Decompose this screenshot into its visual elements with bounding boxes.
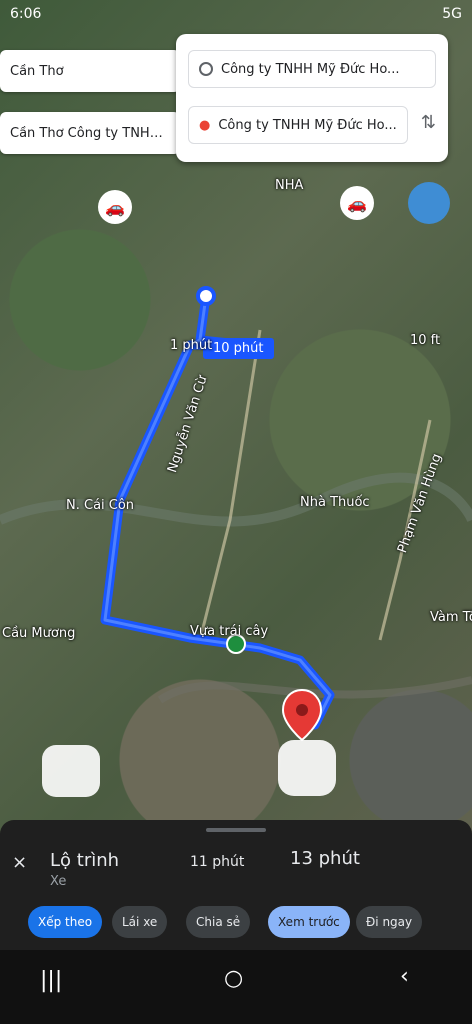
pin-icon: ●	[199, 117, 211, 133]
destination-input[interactable]: ● Công ty TNHH Mỹ Đức Ho...	[188, 106, 408, 144]
chip-button[interactable]: Lái xe	[112, 906, 168, 938]
chip-button[interactable]: Xếp theo	[28, 906, 103, 938]
alt-duration-text: 11 phút	[190, 854, 245, 870]
directions-panel: Công ty TNHH Mỹ Đức Ho... ● Công ty TNHH…	[176, 34, 448, 162]
drag-handle[interactable]	[206, 828, 266, 832]
map-label: NHA	[275, 178, 304, 193]
sheet-title: Lộ trình	[50, 850, 120, 871]
destination-text: Công ty TNHH Mỹ Đức Ho...	[218, 117, 397, 133]
map-label: Vàm Tô	[430, 610, 472, 625]
status-network: 5G	[442, 6, 462, 22]
duration-text: 13 phút	[290, 848, 360, 869]
map-label: Vựa trái cây	[190, 624, 269, 639]
map-label: Cầu Mương	[2, 626, 76, 641]
map-label: N. Cái Côn	[66, 498, 135, 513]
recents-button[interactable]: |||	[40, 968, 62, 993]
map-label: 10 ft	[410, 333, 441, 348]
destination-text: Cần Thơ Công ty TNHH...	[10, 125, 170, 141]
status-bar: 6:06 5G	[0, 0, 472, 28]
nav-bar: ||| ○ ‹	[0, 950, 472, 1024]
bottom-sheet: Lộ trình Xe 13 phút 11 phút × Xếp theo L…	[0, 820, 472, 950]
destination-field-left[interactable]: Cần Thơ Công ty TNHH...	[0, 112, 180, 154]
route-time-badge[interactable]: 10 phút	[203, 338, 274, 359]
origin-dot-icon	[199, 62, 213, 76]
map-label: Nhà Thuốc	[300, 495, 370, 510]
layer-button[interactable]	[42, 745, 100, 797]
compass-button[interactable]	[278, 740, 336, 796]
close-icon[interactable]: ×	[12, 852, 27, 873]
origin-input[interactable]: Công ty TNHH Mỹ Đức Ho...	[188, 50, 436, 88]
map-label: 1 phút	[170, 338, 213, 353]
back-button[interactable]: ‹	[400, 964, 409, 989]
car-icon[interactable]: 🚗	[340, 186, 374, 220]
origin-text: Cần Thơ	[10, 63, 64, 79]
origin-field-left[interactable]: Cần Thơ	[0, 50, 180, 92]
swap-icon[interactable]: ⇅	[421, 112, 436, 133]
chip-button[interactable]: Đi ngay	[356, 906, 423, 938]
car-icon[interactable]: 🚗	[98, 190, 132, 224]
origin-text: Công ty TNHH Mỹ Đức Ho...	[221, 61, 400, 77]
location-icon[interactable]	[408, 182, 450, 224]
origin-marker	[196, 286, 216, 306]
sheet-subtitle: Xe	[50, 874, 67, 889]
chip-button[interactable]: Chia sẻ	[186, 906, 251, 938]
status-time: 6:06	[10, 6, 42, 22]
start-button[interactable]: Xem trước	[268, 906, 350, 938]
home-button[interactable]: ○	[224, 966, 243, 991]
